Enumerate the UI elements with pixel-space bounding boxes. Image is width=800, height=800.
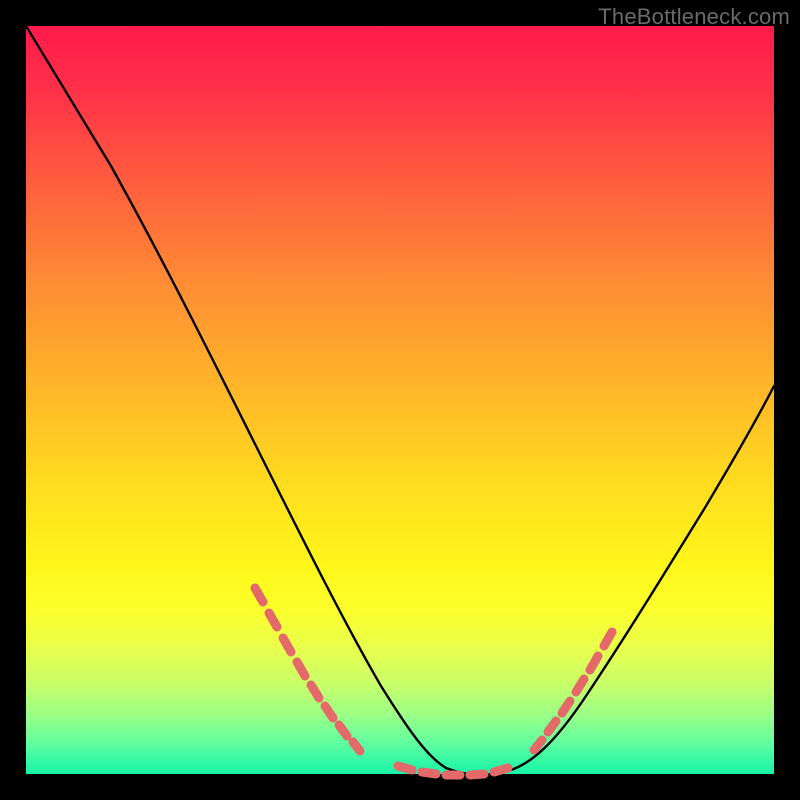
- watermark-text: TheBottleneck.com: [598, 4, 790, 30]
- highlight-dashes-left: [255, 588, 360, 751]
- bottleneck-curve-svg: [26, 26, 774, 774]
- chart-plot-area: [26, 26, 774, 774]
- highlight-dashes-trough: [398, 766, 508, 775]
- highlight-dashes-right: [534, 632, 612, 750]
- chart-frame: TheBottleneck.com: [0, 0, 800, 800]
- bottleneck-curve-path: [26, 26, 774, 775]
